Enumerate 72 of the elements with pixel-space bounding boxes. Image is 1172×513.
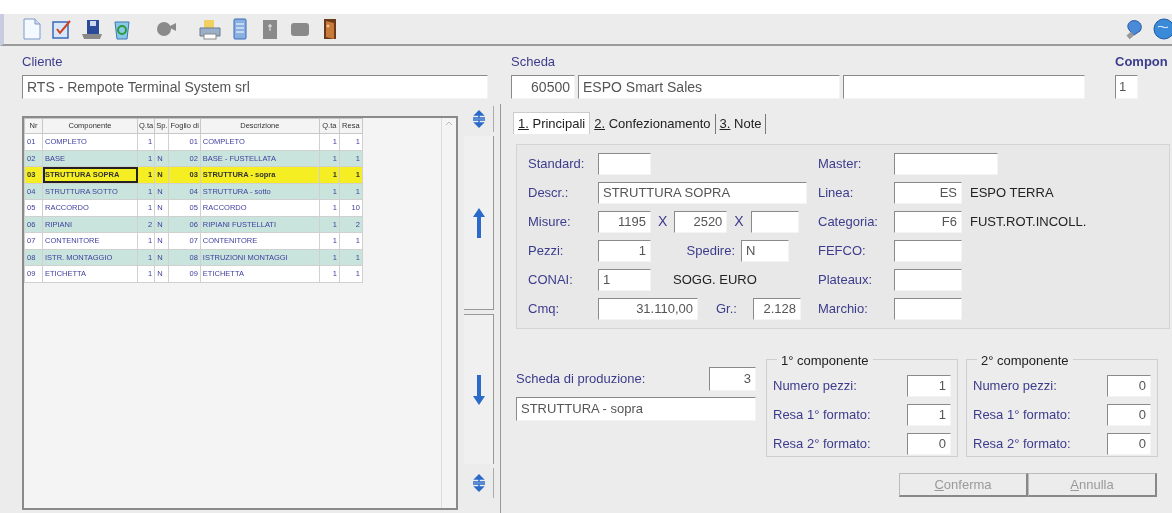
input-field[interactable]: [894, 239, 962, 262]
production-sheet-field[interactable]: 3: [709, 367, 756, 391]
field-label: Pezzi:: [528, 241, 565, 260]
dimension-separator: X: [734, 212, 744, 231]
name-field[interactable]: ESPO Smart Sales: [578, 74, 840, 99]
input-field[interactable]: 0: [1107, 374, 1151, 397]
globe-icon[interactable]: [1152, 17, 1172, 41]
field-label: Master:: [818, 154, 863, 173]
down-arrow-icon: [472, 374, 485, 405]
component-field[interactable]: 1: [1115, 74, 1138, 99]
field-label: Scheda di produzione:: [516, 370, 646, 389]
input-field[interactable]: N: [741, 239, 789, 262]
input-field[interactable]: [894, 268, 962, 291]
split-arrows-icon: [471, 110, 486, 128]
save-icon[interactable]: [80, 17, 104, 41]
field-label: Resa 1° formato:: [773, 405, 871, 424]
input-field[interactable]: [843, 74, 1085, 99]
input-field[interactable]: 0: [1107, 403, 1151, 426]
code-field[interactable]: 60500: [511, 74, 575, 99]
tab[interactable]: 1. Principali: [513, 112, 591, 134]
field-label: Resa 2° formato:: [973, 434, 1071, 453]
input-field[interactable]: 1195: [598, 210, 651, 233]
field-note: ESPO TERRA: [970, 183, 1054, 202]
field-label: Descr.:: [528, 183, 570, 202]
field-label: Linea:: [818, 183, 855, 202]
field-label: Spedire:: [685, 241, 736, 260]
input-field[interactable]: 1: [907, 374, 951, 397]
input-field[interactable]: ES: [894, 181, 962, 204]
input-field[interactable]: F6: [894, 210, 962, 233]
field-label: Compon: [1115, 53, 1169, 71]
field-label: Plateaux:: [818, 270, 874, 289]
input-field[interactable]: 31.110,00: [598, 297, 698, 320]
document-icon[interactable]: [20, 17, 44, 41]
field-label: Scheda: [511, 53, 557, 71]
input-field[interactable]: [750, 210, 799, 233]
input-field[interactable]: 2.128: [753, 297, 801, 320]
field-label: Misure:: [528, 212, 572, 231]
input-field[interactable]: 0: [907, 432, 951, 455]
scroll-up-icon[interactable]: [445, 120, 453, 126]
input-field[interactable]: [894, 297, 962, 320]
field-note: FUST.ROT.INCOLL.: [970, 212, 1087, 231]
field-label: Numero pezzi:: [773, 376, 857, 395]
up-arrow-icon: [472, 207, 485, 238]
input-field[interactable]: STRUTTURA SOPRA: [598, 181, 807, 204]
input-field[interactable]: [598, 152, 651, 175]
client-field[interactable]: RTS - Rempote Terminal System srl: [22, 74, 488, 99]
dimension-separator: X: [658, 212, 668, 231]
split-arrows-icon: [471, 474, 486, 492]
field-label: FEFCO:: [818, 241, 867, 260]
field-note: SOGG. EURO: [673, 270, 757, 289]
move-down-button[interactable]: [464, 314, 494, 464]
tab[interactable]: 2. Confezionamento: [590, 114, 716, 134]
description-field[interactable]: STRUTTURA - sopra: [516, 397, 756, 421]
field-label: Categoria:: [818, 212, 879, 231]
input-field[interactable]: 1: [907, 403, 951, 426]
field-label: Resa 1° formato:: [973, 405, 1071, 424]
input-field[interactable]: 1: [598, 239, 651, 262]
field-label: Marchio:: [818, 299, 869, 318]
printer-icon[interactable]: [198, 17, 222, 41]
field-label: Standard:: [528, 154, 586, 173]
move-up-button[interactable]: [464, 136, 494, 310]
input-field[interactable]: 1: [598, 268, 651, 291]
field-label: Cmq:: [528, 299, 561, 318]
field-label: Gr.:: [716, 299, 738, 318]
input-field[interactable]: 0: [1107, 432, 1151, 455]
input-field[interactable]: 2520: [674, 210, 728, 233]
field-label: CONAI:: [528, 270, 574, 289]
field-label: Cliente: [22, 53, 64, 71]
tab[interactable]: 3. Note: [715, 114, 767, 134]
input-field[interactable]: [894, 152, 998, 175]
field-label: Resa 2° formato:: [773, 434, 871, 453]
field-label: Numero pezzi:: [973, 376, 1057, 395]
